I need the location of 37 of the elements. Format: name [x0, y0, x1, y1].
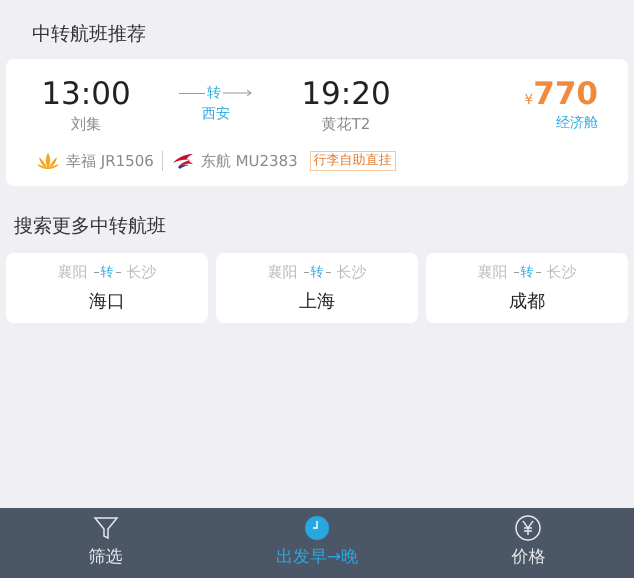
arrow-icon — [223, 89, 253, 97]
route-card[interactable]: 襄阳 转 长沙 海口 — [6, 252, 208, 323]
via-city: 长沙 — [336, 262, 366, 283]
route-card[interactable]: 襄阳 转 长沙 成都 — [426, 252, 628, 323]
transfer-label: 转 — [100, 264, 114, 282]
origin-city: 襄阳 — [478, 262, 508, 283]
tab[interactable]: 筛选 — [0, 508, 212, 578]
origin-city: 襄阳 — [58, 262, 88, 283]
transfer-label: 转 — [207, 84, 221, 102]
price: 770 — [533, 74, 598, 114]
destination-city: 成都 — [509, 290, 545, 314]
flight-number: 幸福 JR1506 — [66, 150, 154, 172]
baggage-tag: 行李自助直挂 — [310, 151, 396, 171]
tab[interactable]: 价格 — [422, 508, 634, 578]
cabin-class: 经济舱 — [556, 114, 598, 134]
destination-city: 上海 — [299, 290, 335, 314]
yen-icon — [515, 515, 542, 542]
origin-city: 襄阳 — [268, 262, 298, 283]
clock-icon — [304, 515, 330, 542]
currency-sign: ¥ — [524, 90, 534, 110]
flight-number: 东航 MU2383 — [200, 150, 298, 172]
route-card[interactable]: 襄阳 转 长沙 上海 — [216, 252, 418, 323]
transfer-label: 转 — [310, 264, 324, 282]
destination-city: 海口 — [89, 290, 125, 314]
depart-airport: 刘集 — [71, 114, 101, 136]
flower-logo-icon — [36, 151, 60, 171]
depart-time: 13:00 — [41, 74, 131, 114]
arrive-airport: 黄花T2 — [322, 114, 370, 136]
section-title: 搜索更多中转航班 — [13, 214, 167, 240]
flight-card[interactable]: 13:00 刘集 转 西安 19:20 黄花T2 ¥770 经济舱 幸福 JR1506 东航 MU2383 行李自助直挂 — [6, 58, 628, 186]
transfer-city: 西安 — [202, 104, 230, 124]
transfer-label: 转 — [520, 264, 534, 282]
via-city: 长沙 — [546, 262, 576, 283]
via-city: 长沙 — [126, 262, 156, 283]
section-title: 中转航班推荐 — [31, 22, 147, 47]
filter-icon — [92, 515, 119, 542]
arrive-time: 19:20 — [301, 74, 391, 114]
